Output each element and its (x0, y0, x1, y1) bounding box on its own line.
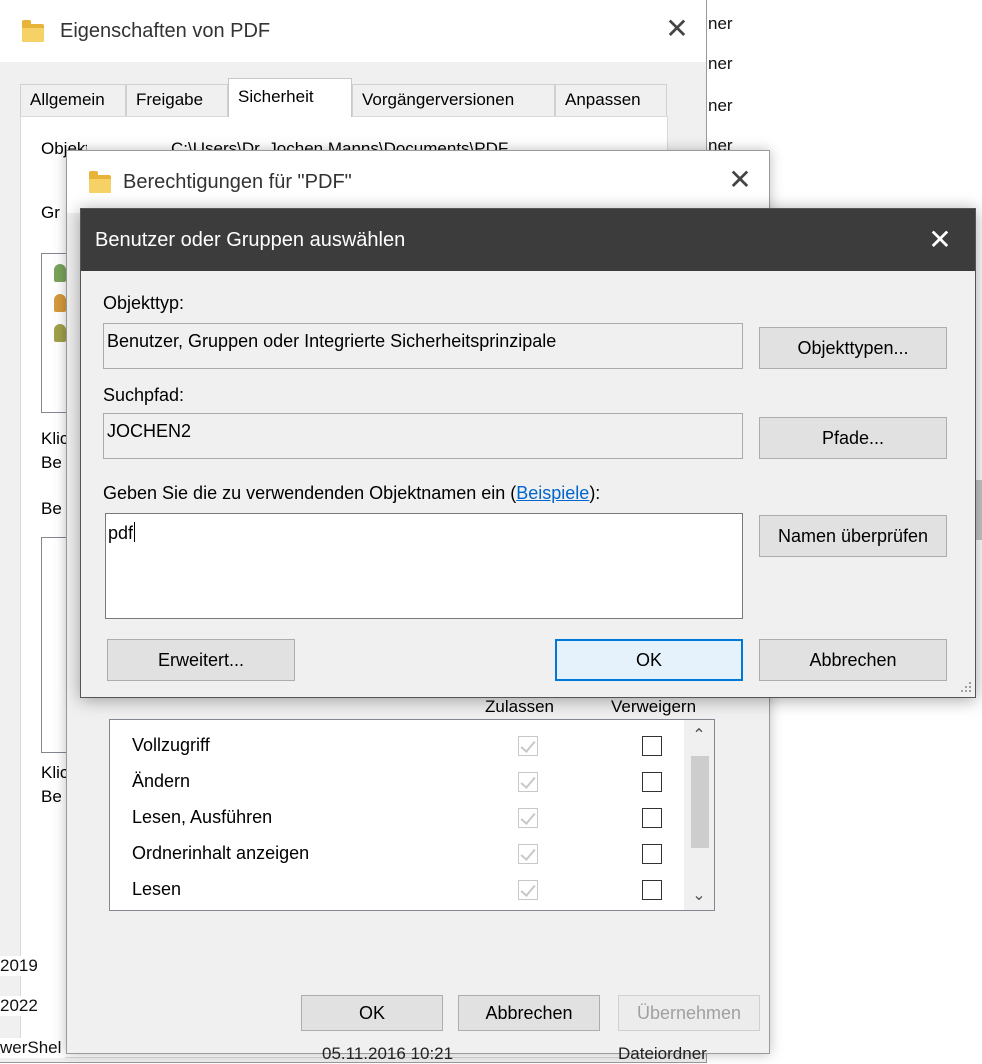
table-row: Lesen (110, 872, 700, 908)
allow-checkbox (518, 736, 538, 756)
select-dialog-title: Benutzer oder Gruppen auswählen (95, 229, 406, 251)
tab-freigabe[interactable]: Freigabe (126, 84, 228, 116)
deny-checkbox[interactable] (642, 880, 662, 900)
properties-title: Eigenschaften von PDF (60, 20, 271, 42)
tab-vorgaengerversionen[interactable]: Vorgängerversionen (352, 84, 555, 116)
groups-label-fragment: Gr (41, 203, 60, 222)
ok-button[interactable]: OK (301, 995, 443, 1031)
permission-name: Ändern (132, 771, 191, 791)
user-group-icon (54, 324, 66, 342)
select-dialog-titlebar[interactable]: Benutzer oder Gruppen auswählen ✕ (81, 209, 975, 271)
properties-titlebar[interactable]: Eigenschaften von PDF ✕ (0, 0, 706, 62)
paths-button[interactable]: Pfade... (759, 417, 947, 459)
folder-icon (22, 20, 44, 42)
permission-name: Ordnerinhalt anzeigen (132, 843, 310, 863)
permissions-scrollbar[interactable]: ⌃ ⌄ (684, 720, 714, 910)
select-users-dialog: Benutzer oder Gruppen auswählen ✕ Objekt… (80, 208, 976, 698)
explorer-fragment-text: ner (708, 54, 733, 73)
search-path-label: Suchpfad: (103, 385, 185, 405)
deny-checkbox[interactable] (642, 736, 662, 756)
allow-checkbox (518, 880, 538, 900)
object-type-field: Benutzer, Gruppen oder Integrierte Siche… (103, 323, 743, 369)
permission-name: Vollzugriff (132, 735, 210, 755)
user-icon (54, 294, 66, 312)
object-names-value: pdf (108, 523, 134, 543)
enter-names-label-prefix: Geben Sie die zu verwendenden Objektname… (103, 483, 517, 503)
explorer-fragment-text: werShel (0, 1038, 66, 1058)
enter-names-label-suffix: ): (589, 483, 601, 503)
table-row: Ordnerinhalt anzeigen (110, 836, 700, 872)
deny-checkbox[interactable] (642, 808, 662, 828)
tab-anpassen[interactable]: Anpassen (555, 84, 667, 116)
allow-checkbox (518, 808, 538, 828)
explorer-fragment-text: 2022 (0, 996, 42, 1016)
tab-allgemein[interactable]: Allgemein (20, 84, 126, 116)
table-row: Lesen, Ausführen (110, 800, 700, 836)
deny-checkbox[interactable] (642, 772, 662, 792)
close-icon[interactable]: ✕ (662, 14, 692, 44)
resize-grip-icon[interactable] (960, 682, 972, 694)
allow-checkbox (518, 844, 538, 864)
text-caret (134, 522, 136, 542)
close-icon[interactable]: ✕ (725, 165, 755, 195)
explorer-date-fragment: 05.11.2016 10:21 (322, 1044, 454, 1063)
table-row: Vollzugriff (110, 728, 700, 764)
cancel-button[interactable]: Abbrechen (458, 995, 600, 1031)
explorer-type-fragment: Dateiordner (618, 1044, 707, 1063)
object-types-button[interactable]: Objekttypen... (759, 327, 947, 369)
check-names-button[interactable]: Namen überprüfen (759, 515, 947, 557)
search-path-field: JOCHEN2 (103, 413, 743, 459)
permissions-title: Berechtigungen für "PDF" (123, 171, 352, 193)
explorer-fragment-text: ner (708, 14, 733, 33)
explorer-fragment-text: ner (708, 96, 733, 115)
permissions-table: Vollzugriff Ändern Lesen, Ausführen Ordn… (109, 719, 715, 911)
advanced-button[interactable]: Erweitert... (107, 639, 295, 681)
enter-names-label: Geben Sie die zu verwendenden Objektname… (103, 483, 600, 504)
apply-button: Übernehmen (618, 995, 760, 1031)
deny-checkbox[interactable] (642, 844, 662, 864)
scrollbar-thumb[interactable] (691, 756, 709, 848)
ok-button[interactable]: OK (555, 639, 743, 681)
column-deny-header: Verweigern (611, 697, 697, 716)
scroll-up-icon[interactable]: ⌃ (684, 720, 714, 750)
scroll-down-icon[interactable]: ⌄ (684, 880, 714, 910)
tab-sicherheit[interactable]: Sicherheit (228, 78, 352, 117)
object-type-label: Objekttyp: (103, 293, 185, 313)
explorer-fragment-text: 2019 (0, 956, 42, 976)
object-names-input[interactable]: pdf (105, 513, 743, 619)
permissions-titlebar[interactable]: Berechtigungen für "PDF" ✕ (67, 151, 769, 213)
permission-name: Lesen (132, 879, 182, 899)
column-allow-header: Zulassen (485, 697, 554, 716)
permission-name: Lesen, Ausführen (132, 807, 273, 827)
user-group-icon (54, 264, 66, 282)
allow-checkbox (518, 772, 538, 792)
cancel-button[interactable]: Abbrechen (759, 639, 947, 681)
close-icon[interactable]: ✕ (925, 225, 955, 255)
table-row: Ändern (110, 764, 700, 800)
folder-icon (89, 171, 111, 193)
examples-link[interactable]: Beispiele (516, 483, 589, 503)
